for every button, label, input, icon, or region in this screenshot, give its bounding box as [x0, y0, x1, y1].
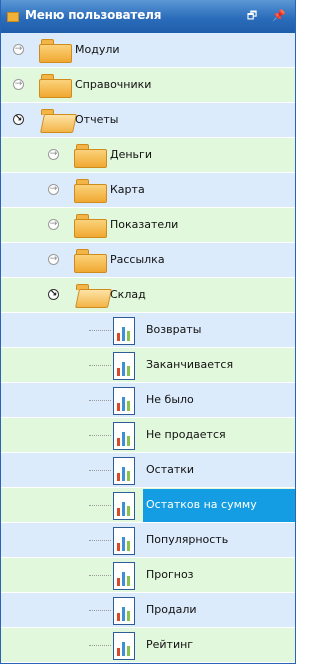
report-item-label: Не продается	[146, 428, 226, 441]
tree-item-money[interactable]: → Деньги	[1, 138, 295, 173]
expand-icon[interactable]: →	[48, 184, 59, 195]
panel-header: Меню пользователя 🗗 📌	[1, 0, 295, 33]
tree-item-reference[interactable]: → Справочники	[1, 68, 295, 103]
report-item-label: Остатков на сумму	[146, 498, 257, 511]
report-item-label: Прогноз	[146, 568, 194, 581]
folder-icon	[74, 214, 107, 238]
tree-item-label: Модули	[75, 43, 120, 56]
expand-icon[interactable]: →	[13, 44, 24, 55]
report-icon	[113, 352, 135, 380]
report-item-label: Продали	[146, 603, 197, 616]
tree-item-reports[interactable]: ↘ Отчеты	[1, 103, 295, 138]
tree-connector	[89, 645, 111, 646]
tree-item-label: Склад	[110, 288, 146, 301]
folder-icon	[39, 39, 72, 63]
tree-item-label: Справочники	[75, 78, 152, 91]
tree-connector	[89, 540, 111, 541]
collapse-icon[interactable]: ↘	[48, 289, 59, 300]
tree-connector	[89, 365, 111, 366]
folder-icon	[74, 144, 107, 168]
report-item[interactable]: Заканчивается	[1, 348, 295, 383]
report-item-label: Рейтинг	[146, 638, 194, 651]
open-folder-icon	[74, 284, 113, 308]
report-item-label: Остатки	[146, 463, 195, 476]
report-item-label: Популярность	[146, 533, 229, 546]
expand-icon[interactable]: →	[48, 254, 59, 265]
restore-window-icon[interactable]: 🗗	[245, 9, 259, 23]
report-item[interactable]: Остатки	[1, 453, 295, 488]
tree-item-mailing[interactable]: → Рассылка	[1, 243, 295, 278]
tree-connector	[89, 400, 111, 401]
tree-item-warehouse[interactable]: ↘ Склад	[1, 278, 295, 313]
report-item[interactable]: Популярность	[1, 523, 295, 558]
report-item[interactable]: Прогноз	[1, 558, 295, 593]
expand-icon[interactable]: →	[48, 219, 59, 230]
tree-connector	[89, 435, 111, 436]
tree-item-map[interactable]: → Карта	[1, 173, 295, 208]
collapse-icon[interactable]: ↘	[13, 114, 24, 125]
tree-connector	[89, 470, 111, 471]
report-icon	[113, 317, 135, 345]
tree-connector	[89, 575, 111, 576]
tree-connector	[89, 505, 111, 506]
tree-item-label: Карта	[110, 183, 145, 196]
tree-connector	[89, 330, 111, 331]
tree-item-indicators[interactable]: → Показатели	[1, 208, 295, 243]
report-item[interactable]: Возвраты	[1, 313, 295, 348]
report-icon	[113, 597, 135, 625]
folder-icon	[74, 249, 107, 273]
report-item-label: Возвраты	[146, 323, 202, 336]
folder-icon	[39, 74, 72, 98]
tree-item-label: Рассылка	[110, 253, 165, 266]
report-item-label: Заканчивается	[146, 358, 234, 371]
tree-connector	[89, 610, 111, 611]
user-menu-panel: Меню пользователя 🗗 📌 → Модули → Справоч…	[0, 0, 296, 664]
report-item[interactable]: Остатков на сумму	[1, 488, 295, 523]
report-item[interactable]: Рейтинг	[1, 628, 295, 663]
tree-item-label: Деньги	[110, 148, 152, 161]
report-icon	[113, 562, 135, 590]
report-icon	[113, 527, 135, 555]
pin-icon[interactable]: 📌	[272, 9, 286, 23]
report-item-label: Не было	[146, 393, 194, 406]
report-icon	[113, 632, 135, 660]
report-item[interactable]: Продали	[1, 593, 295, 628]
tree-item-modules[interactable]: → Модули	[1, 33, 295, 68]
menu-tree: → Модули → Справочники ↘ Отчеты → Деньги…	[1, 33, 295, 663]
report-icon	[113, 457, 135, 485]
expand-icon[interactable]: →	[13, 79, 24, 90]
report-icon	[113, 492, 135, 520]
report-item[interactable]: Не продается	[1, 418, 295, 453]
tree-item-label: Показатели	[110, 218, 179, 231]
tree-item-label: Отчеты	[75, 113, 119, 126]
open-folder-icon	[39, 109, 78, 133]
panel-title: Меню пользователя	[25, 8, 162, 22]
report-icon	[113, 422, 135, 450]
menu-icon	[7, 12, 19, 22]
report-item[interactable]: Не было	[1, 383, 295, 418]
expand-icon[interactable]: →	[48, 149, 59, 160]
report-icon	[113, 387, 135, 415]
folder-icon	[74, 179, 107, 203]
